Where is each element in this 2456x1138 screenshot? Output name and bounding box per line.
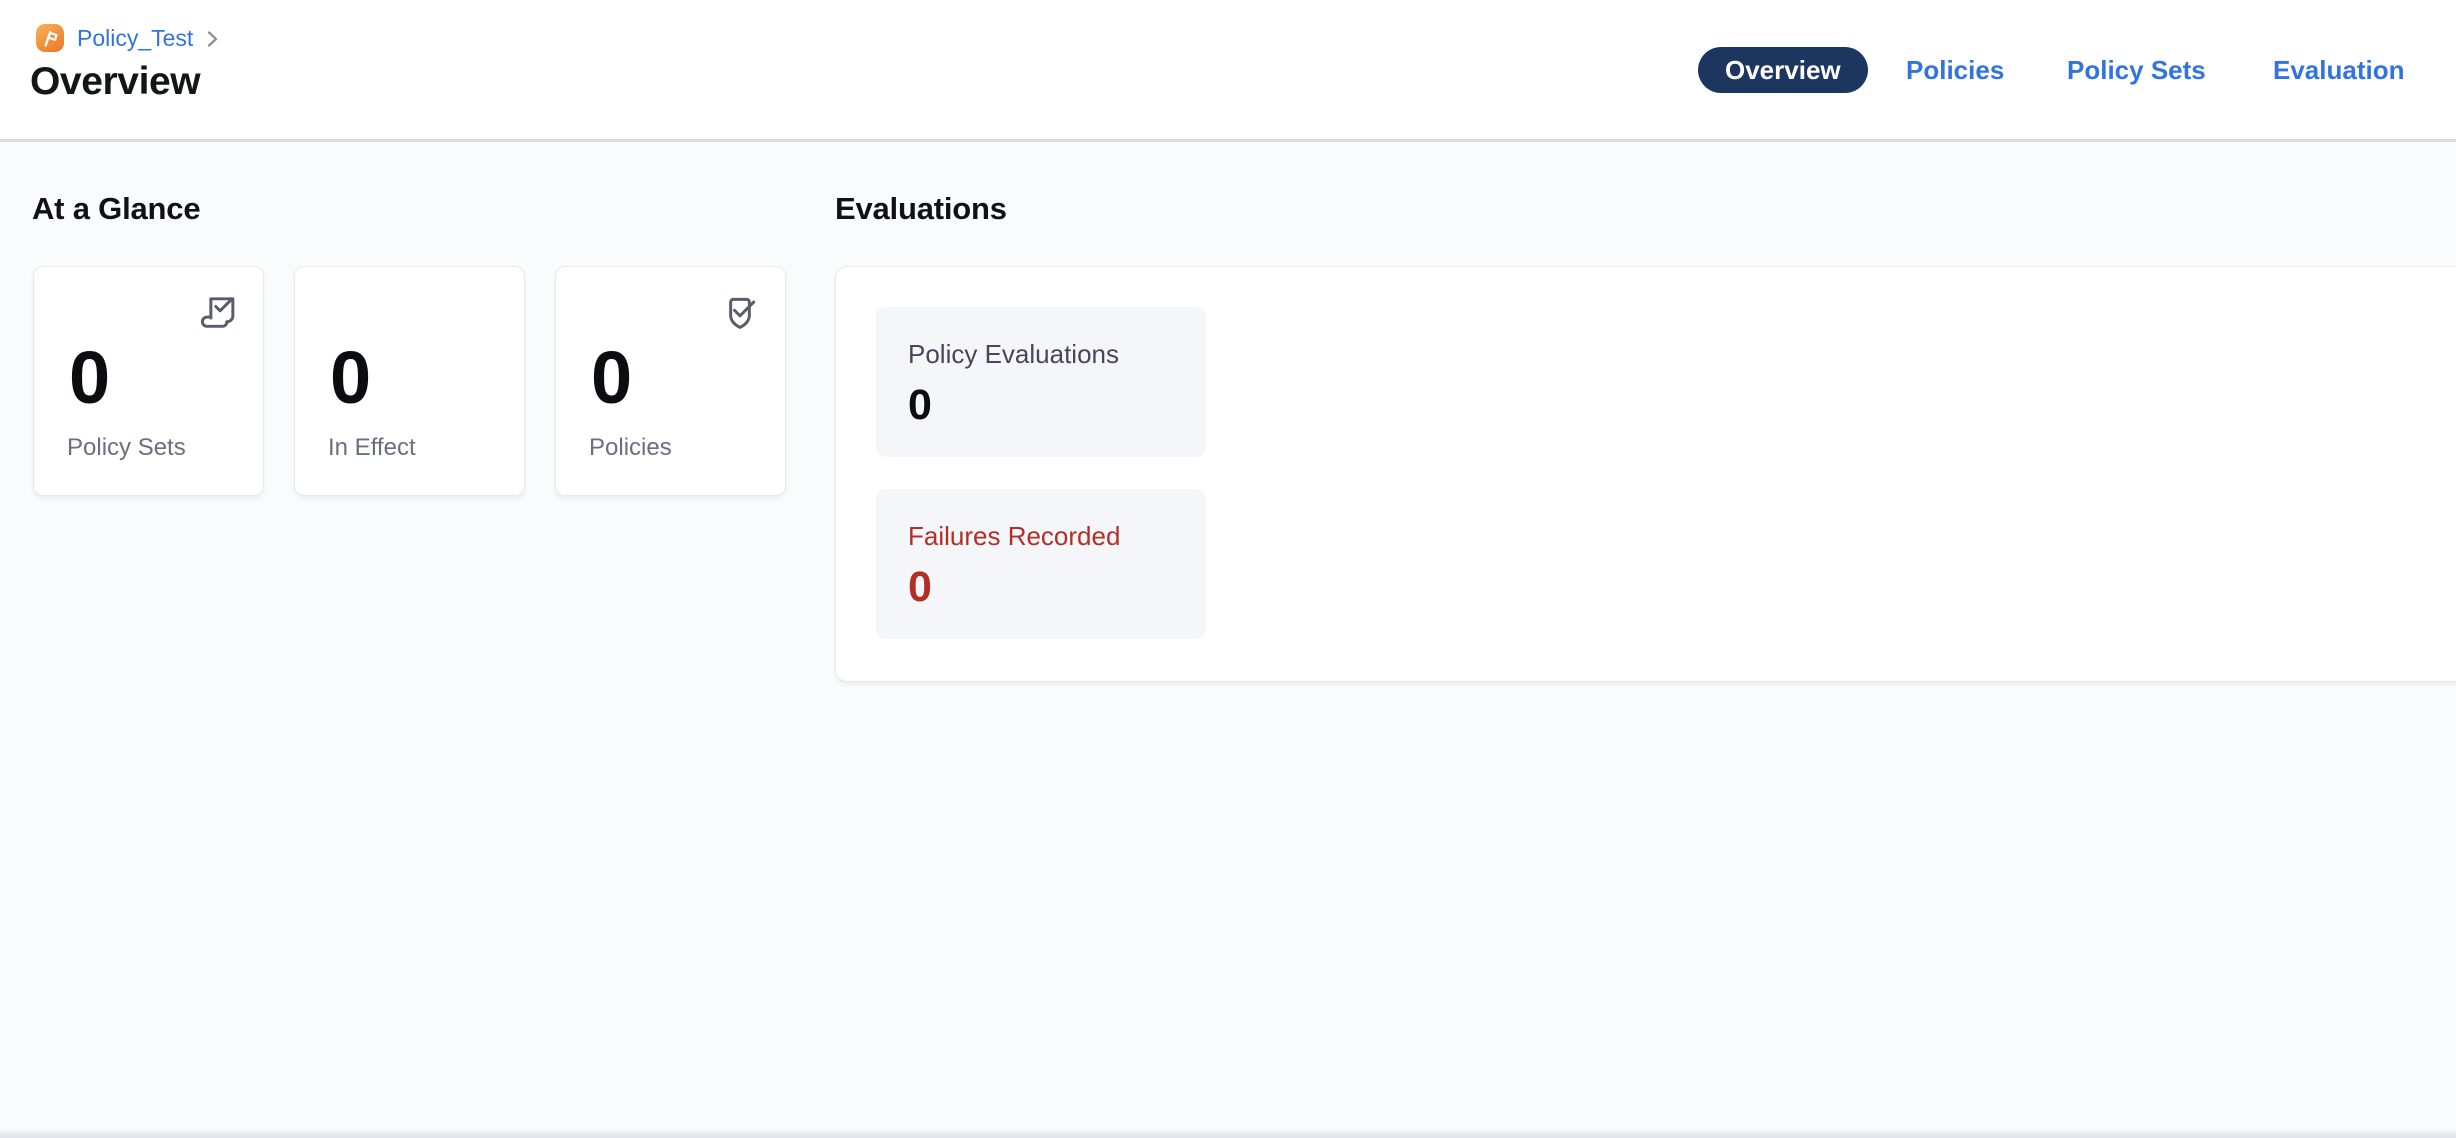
- evaluations-title: Evaluations: [835, 192, 1007, 226]
- tab-policy-sets[interactable]: Policy Sets: [2067, 57, 2206, 83]
- shield-check-icon: [718, 290, 762, 334]
- failures-recorded-tile: Failures Recorded 0: [876, 489, 1206, 639]
- in-effect-stat-card: 0 In Effect: [294, 266, 525, 496]
- tile-value: 0: [908, 382, 1174, 428]
- stat-label: Policies: [589, 433, 672, 463]
- stat-label: Policy Sets: [67, 433, 186, 463]
- tab-overview[interactable]: Overview: [1698, 47, 1868, 93]
- window-bottom-edge: [0, 1129, 2456, 1138]
- policy-scroll-check-icon: [196, 290, 240, 334]
- page-header: Policy_Test Overview Overview Policies P…: [0, 0, 2456, 142]
- at-a-glance-cards: 0 Policy Sets 0 In Effect 0 Policies: [33, 266, 786, 496]
- policy-sets-stat-card: 0 Policy Sets: [33, 266, 264, 496]
- tile-label: Policy Evaluations: [908, 338, 1174, 371]
- tile-label: Failures Recorded: [908, 520, 1174, 553]
- stat-value: 0: [591, 341, 632, 415]
- at-a-glance-title: At a Glance: [32, 192, 200, 226]
- top-navigation: Overview Policies Policy Sets Evaluation: [0, 0, 2456, 139]
- policy-evaluations-tile: Policy Evaluations 0: [876, 307, 1206, 457]
- policy-overview-page: Policy_Test Overview Overview Policies P…: [0, 0, 2456, 1138]
- policies-stat-card: 0 Policies: [555, 266, 786, 496]
- stat-label: In Effect: [328, 433, 416, 463]
- tab-policies[interactable]: Policies: [1906, 57, 2004, 83]
- tile-value: 0: [908, 564, 1174, 610]
- stat-value: 0: [69, 341, 110, 415]
- evaluations-card: Policy Evaluations 0 Failures Recorded 0: [835, 266, 2456, 682]
- tab-evaluation[interactable]: Evaluation: [2273, 57, 2404, 83]
- stat-value: 0: [330, 341, 371, 415]
